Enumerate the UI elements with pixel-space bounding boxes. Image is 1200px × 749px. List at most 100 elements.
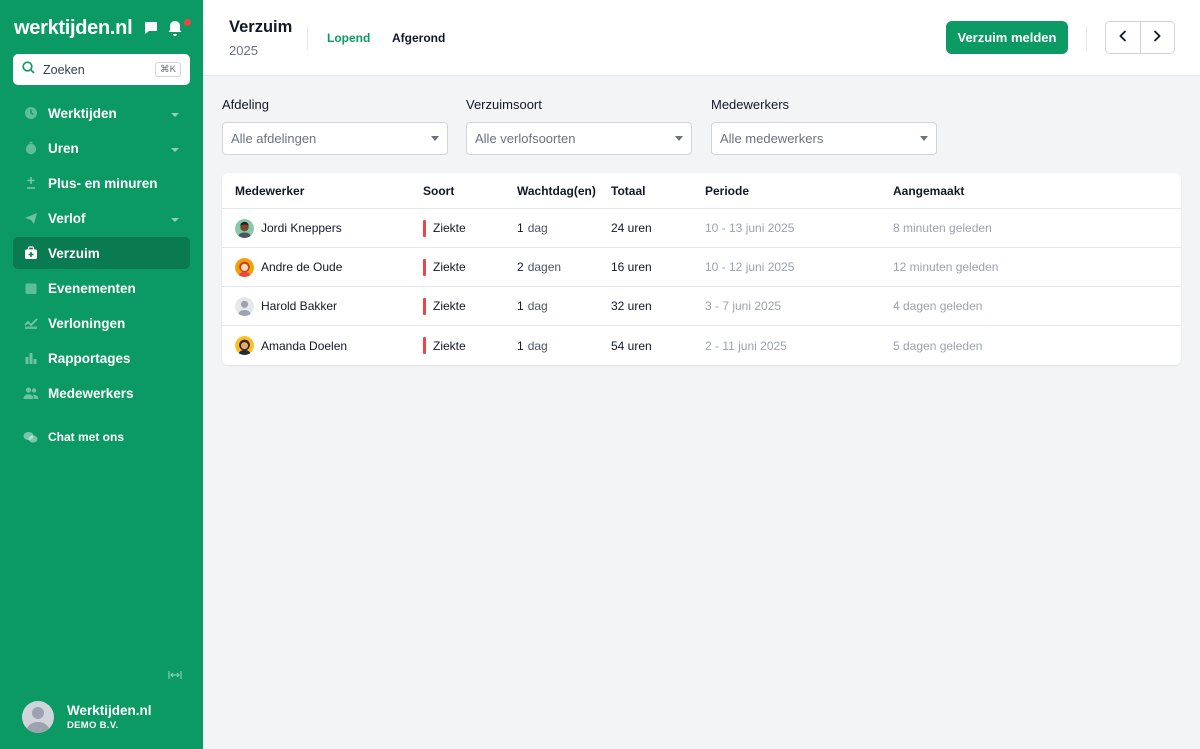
periode-value: 10 - 13 juni 2025 — [705, 221, 795, 235]
sidebar-nav: Werktijden Uren Plus- en minuren Verlof … — [13, 97, 190, 412]
next-button[interactable] — [1141, 22, 1175, 53]
caret-down-icon — [920, 136, 928, 141]
chat-bubble-icon[interactable] — [143, 20, 159, 36]
aangemaakt-value: 5 dagen geleden — [893, 338, 983, 353]
sidebar-item-rapportages[interactable]: Rapportages — [13, 342, 190, 374]
soort-color-bar — [423, 297, 426, 315]
wachtdagen-unit: dag — [527, 338, 548, 353]
placeholder-avatar — [235, 296, 254, 316]
sidebar-item-evenementen[interactable]: Evenementen — [13, 272, 190, 304]
bar-chart-icon — [23, 350, 39, 366]
sidebar-item-label: Verzuim — [48, 245, 100, 261]
column-header[interactable]: Wachtdag(en) — [517, 173, 596, 208]
chevron-down-icon[interactable] — [170, 211, 180, 226]
employee-name: Amanda Doelen — [261, 338, 348, 353]
chevron-down-icon[interactable] — [170, 106, 180, 121]
collapse-sidebar-icon[interactable] — [168, 667, 182, 685]
period-pager — [1105, 21, 1175, 54]
filter-verzuimsoort: Verzuimsoort Alle verlofsoorten — [466, 97, 692, 155]
aangemaakt-value: 4 dagen geleden — [893, 299, 983, 313]
tab-afgerond[interactable]: Afgerond — [392, 31, 445, 45]
wachtdagen-unit: dag — [527, 299, 548, 313]
soort-color-bar — [423, 337, 426, 354]
page-title: Verzuim — [229, 18, 293, 36]
sidebar-item-label: Rapportages — [48, 350, 131, 366]
totaal-value: 16 uren — [611, 260, 652, 274]
chevron-down-icon[interactable] — [170, 141, 180, 156]
avatar — [22, 701, 54, 733]
verzuimsoort-select[interactable]: Alle verlofsoorten — [466, 122, 692, 155]
column-header[interactable]: Medewerker — [235, 173, 304, 208]
chat-met-ons-link[interactable]: Chat met ons — [13, 424, 190, 450]
sidebar-item-uren[interactable]: Uren — [13, 132, 190, 164]
totaal-value: 24 uren — [611, 221, 652, 235]
afdeling-select[interactable]: Alle afdelingen — [222, 122, 448, 155]
profile-company: DEMO B.V. — [67, 720, 119, 731]
filter-medewerkers: Medewerkers Alle medewerkers — [711, 97, 937, 155]
sidebar-item-label: Medewerkers — [48, 385, 134, 401]
table-row[interactable]: Amanda Doelen Ziekte 1 dag 54 uren 2 - 11… — [222, 326, 1181, 365]
page-header: Verzuim 2025 Lopend Afgerond Verzuim mel… — [203, 0, 1200, 76]
table-row[interactable]: Jordi Kneppers Ziekte 1 dag 24 uren 10 - … — [222, 209, 1181, 248]
chat-label: Chat met ons — [48, 430, 125, 444]
search-icon — [22, 60, 35, 79]
sidebar-item-plus-minuren[interactable]: Plus- en minuren — [13, 167, 190, 199]
soort-color-bar — [423, 258, 426, 276]
sidebar-item-label: Plus- en minuren — [48, 175, 158, 191]
calendar-icon — [23, 280, 39, 296]
verzuim-table: Medewerker Soort Wachtdag(en) Totaal Per… — [222, 173, 1181, 365]
column-header[interactable]: Totaal — [611, 173, 645, 208]
verzuim-melden-button[interactable]: Verzuim melden — [946, 21, 1068, 54]
profile-name: Werktijden.nl — [67, 703, 152, 718]
previous-button[interactable] — [1106, 22, 1141, 53]
search-input[interactable]: Zoeken ⌘K — [13, 54, 190, 85]
wachtdagen-value: 1 — [517, 299, 524, 313]
sidebar-item-label: Verlof — [48, 210, 86, 226]
table-row[interactable]: Andre de Oude Ziekte 2 dagen 16 uren 10 -… — [222, 248, 1181, 287]
sidebar-item-verloningen[interactable]: Verloningen — [13, 307, 190, 339]
caret-down-icon — [431, 136, 439, 141]
sidebar-item-werktijden[interactable]: Werktijden — [13, 97, 190, 129]
sidebar-item-verlof[interactable]: Verlof — [13, 202, 190, 234]
soort-color-bar — [423, 219, 426, 237]
male-dark-avatar — [235, 218, 254, 238]
aangemaakt-value: 12 minuten geleden — [893, 260, 999, 274]
column-header[interactable]: Soort — [423, 173, 454, 208]
tab-lopend[interactable]: Lopend — [327, 31, 370, 45]
page-year: 2025 — [229, 43, 258, 58]
column-header[interactable]: Periode — [705, 173, 749, 208]
users-icon — [23, 385, 39, 401]
table-row[interactable]: Harold Bakker Ziekte 1 dag 32 uren 3 - 7 … — [222, 287, 1181, 326]
search-placeholder: Zoeken — [43, 62, 85, 77]
filter-label: Afdeling — [222, 97, 269, 112]
periode-value: 2 - 11 juni 2025 — [705, 338, 787, 353]
totaal-value: 32 uren — [611, 299, 652, 313]
bell-icon[interactable] — [167, 18, 191, 37]
sidebar-item-label: Werktijden — [48, 105, 117, 121]
sidebar-item-medewerkers[interactable]: Medewerkers — [13, 377, 190, 409]
select-value: Alle verlofsoorten — [475, 131, 576, 146]
sidebar-item-label: Uren — [48, 140, 79, 156]
sidebar-header: werktijden.nl — [14, 16, 191, 40]
totaal-value: 54 uren — [611, 338, 652, 353]
sidebar-item-verzuim[interactable]: Verzuim — [13, 237, 190, 269]
search-shortcut: ⌘K — [155, 62, 181, 77]
medewerkers-select[interactable]: Alle medewerkers — [711, 122, 937, 155]
app-logo[interactable]: werktijden.nl — [14, 17, 133, 40]
aangemaakt-value: 8 minuten geleden — [893, 221, 992, 235]
select-value: Alle afdelingen — [231, 131, 317, 146]
plane-icon — [23, 210, 39, 226]
female-dark-avatar — [235, 336, 254, 355]
chevron-right-icon — [1153, 29, 1162, 47]
periode-value: 3 - 7 juni 2025 — [705, 299, 782, 313]
clock-icon — [23, 105, 39, 121]
wachtdagen-unit: dagen — [527, 260, 562, 274]
select-value: Alle medewerkers — [720, 131, 824, 146]
profile-menu[interactable]: Werktijden.nl DEMO B.V. — [22, 701, 152, 733]
soort-label: Ziekte — [433, 221, 466, 235]
sidebar-item-label: Evenementen — [48, 280, 136, 296]
soort-label: Ziekte — [433, 338, 466, 353]
wachtdagen-value: 1 — [517, 221, 524, 235]
column-header[interactable]: Aangemaakt — [893, 173, 964, 208]
filter-label: Verzuimsoort — [466, 97, 542, 112]
